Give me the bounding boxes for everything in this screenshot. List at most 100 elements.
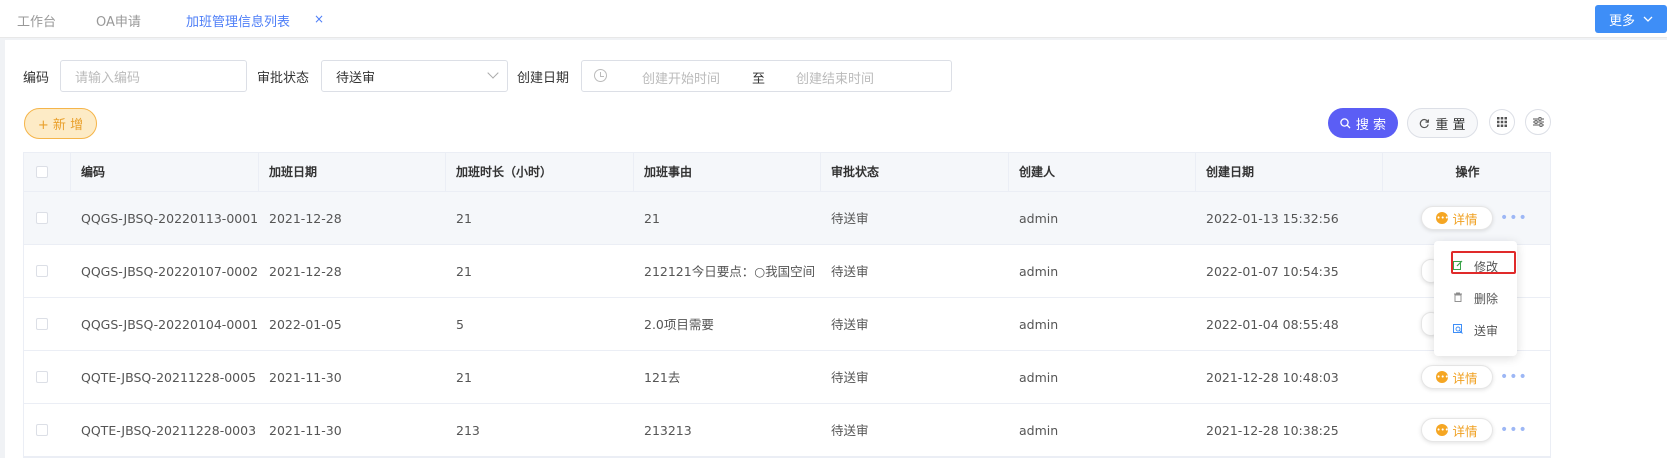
- cell-date: 2021-11-30: [269, 423, 342, 438]
- table-header: 编码 加班日期 加班时长（小时） 加班事由 审批状态 创建人 创建日期 操作: [24, 153, 1550, 192]
- date-range-picker[interactable]: 创建开始时间 至 创建结束时间: [581, 60, 952, 92]
- header-status: 审批状态: [821, 153, 1009, 192]
- refresh-icon: [1420, 118, 1430, 128]
- grid-icon: [1497, 117, 1507, 127]
- cell-created: 2021-12-28 10:38:25: [1206, 423, 1339, 438]
- more-dots-icon: •••: [1436, 212, 1449, 224]
- filter-settings-button[interactable]: [1525, 109, 1551, 135]
- row-checkbox[interactable]: [36, 318, 48, 330]
- table-row: QQGS-JBSQ-20220104-0001 2022-01-05 5 2.0…: [24, 298, 1550, 351]
- sliders-icon: [1532, 117, 1544, 127]
- more-dots-icon: •••: [1436, 424, 1449, 436]
- more-button[interactable]: 更多: [1595, 5, 1667, 33]
- trash-icon: [1452, 292, 1464, 305]
- row-checkbox[interactable]: [36, 265, 48, 277]
- add-button[interactable]: + 新 增: [24, 108, 97, 139]
- more-dots-icon: •••: [1436, 371, 1449, 383]
- cell-status: 待送审: [831, 317, 869, 332]
- code-label: 编码: [23, 71, 50, 86]
- cell-hours: 5: [456, 317, 464, 332]
- row-checkbox[interactable]: [36, 424, 48, 436]
- cell-reason: 212121今日要点：○我国空间...: [644, 264, 814, 279]
- row-more-icon[interactable]: •••: [1500, 369, 1528, 385]
- cell-date: 2021-12-28: [269, 264, 342, 279]
- cell-hours: 21: [456, 264, 472, 279]
- cell-date: 2022-01-05: [269, 317, 342, 332]
- cell-creator: admin: [1019, 423, 1059, 438]
- table-row: QQTE-JBSQ-20211228-0003 2021-11-30 213 2…: [24, 404, 1550, 457]
- header-select-all-cell: [24, 153, 71, 192]
- header-reason: 加班事由: [634, 153, 821, 192]
- tab-bar: 工作台 OA申请 加班管理信息列表 × 更多: [0, 0, 1667, 38]
- date-start-placeholder: 创建开始时间: [642, 72, 721, 87]
- overtime-table: 编码 加班日期 加班时长（小时） 加班事由 审批状态 创建人 创建日期 操作 Q…: [23, 152, 1551, 458]
- table-row: QQGS-JBSQ-20220107-0002 2021-12-28 21 21…: [24, 245, 1550, 298]
- cell-status: 待送审: [831, 370, 869, 385]
- row-checkbox[interactable]: [36, 371, 48, 383]
- code-input-placeholder: 请输入编码: [75, 70, 141, 86]
- menu-item-delete-label: 删除: [1474, 292, 1499, 306]
- detail-button-label: 详情: [1452, 370, 1478, 386]
- cell-code: QQGS-JBSQ-20220107-0002: [81, 264, 259, 279]
- search-button-label: 搜 索: [1355, 117, 1387, 133]
- cell-creator: admin: [1019, 370, 1059, 385]
- table-row: QQGS-JBSQ-20220113-0001 2021-12-28 21 21…: [24, 192, 1550, 245]
- cell-created: 2022-01-04 08:55:48: [1206, 317, 1339, 332]
- column-grid-button[interactable]: [1489, 109, 1515, 135]
- detail-button[interactable]: ••• 详情: [1421, 418, 1493, 442]
- row-more-icon[interactable]: •••: [1500, 210, 1528, 226]
- tab-overtime-list[interactable]: 加班管理信息列表: [186, 11, 290, 30]
- header-created: 创建日期: [1196, 153, 1383, 192]
- cell-reason: 121去: [644, 370, 681, 385]
- submit-review-icon: [1452, 324, 1464, 337]
- status-select[interactable]: 待送审: [321, 60, 508, 92]
- header-code: 编码: [71, 153, 259, 192]
- cell-status: 待送审: [831, 211, 869, 226]
- header-hours: 加班时长（小时）: [446, 153, 634, 192]
- cell-status: 待送审: [831, 423, 869, 438]
- tab-workbench[interactable]: 工作台: [17, 11, 56, 30]
- code-input[interactable]: 请输入编码: [60, 60, 247, 92]
- cell-creator: admin: [1019, 211, 1059, 226]
- search-button[interactable]: 搜 索: [1328, 108, 1398, 138]
- cell-hours: 21: [456, 211, 472, 226]
- select-all-checkbox[interactable]: [36, 166, 48, 178]
- row-checkbox[interactable]: [36, 212, 48, 224]
- more-button-label: 更多: [1608, 13, 1635, 29]
- status-select-value: 待送审: [336, 70, 376, 86]
- reset-button-label: 重 置: [1435, 117, 1466, 133]
- tab-oa-apply[interactable]: OA申请: [96, 11, 141, 30]
- clock-icon: [594, 69, 607, 82]
- cell-code: QQGS-JBSQ-20220104-0001: [81, 317, 259, 332]
- row-more-icon[interactable]: •••: [1500, 422, 1528, 438]
- cell-created: 2022-01-13 15:32:56: [1206, 211, 1339, 226]
- cell-created: 2021-12-28 10:48:03: [1206, 370, 1339, 385]
- header-creator: 创建人: [1009, 153, 1196, 192]
- header-date: 加班日期: [259, 153, 446, 192]
- date-end-placeholder: 创建结束时间: [796, 72, 875, 87]
- menu-item-submit[interactable]: 送审: [1452, 322, 1498, 339]
- status-label: 审批状态: [257, 71, 310, 86]
- cell-code: QQTE-JBSQ-20211228-0003: [81, 423, 257, 438]
- detail-button[interactable]: ••• 详情: [1421, 365, 1493, 389]
- cell-reason: 213213: [644, 423, 692, 438]
- date-separator: 至: [752, 72, 766, 87]
- detail-button[interactable]: ••• 详情: [1421, 206, 1493, 230]
- detail-button-label: 详情: [1452, 423, 1478, 439]
- content-panel: 编码 请输入编码 审批状态 待送审 创建日期 创建开始时间 至 创建结束时间 +…: [5, 40, 1667, 458]
- cell-creator: admin: [1019, 317, 1059, 332]
- tab-close-icon[interactable]: ×: [314, 12, 324, 26]
- cell-reason: 21: [644, 211, 660, 226]
- chevron-down-icon: [1643, 16, 1653, 22]
- edit-highlight-box: [1451, 251, 1516, 274]
- cell-hours: 213: [456, 423, 480, 438]
- cell-hours: 21: [456, 370, 472, 385]
- table-row: QQTE-JBSQ-20211228-0005 2021-11-30 21 12…: [24, 351, 1550, 404]
- cell-created: 2022-01-07 10:54:35: [1206, 264, 1339, 279]
- date-label: 创建日期: [517, 71, 570, 86]
- cell-creator: admin: [1019, 264, 1059, 279]
- cell-date: 2021-11-30: [269, 370, 342, 385]
- cell-date: 2021-12-28: [269, 211, 342, 226]
- reset-button[interactable]: 重 置: [1407, 108, 1478, 138]
- menu-item-delete[interactable]: 删除: [1452, 290, 1498, 307]
